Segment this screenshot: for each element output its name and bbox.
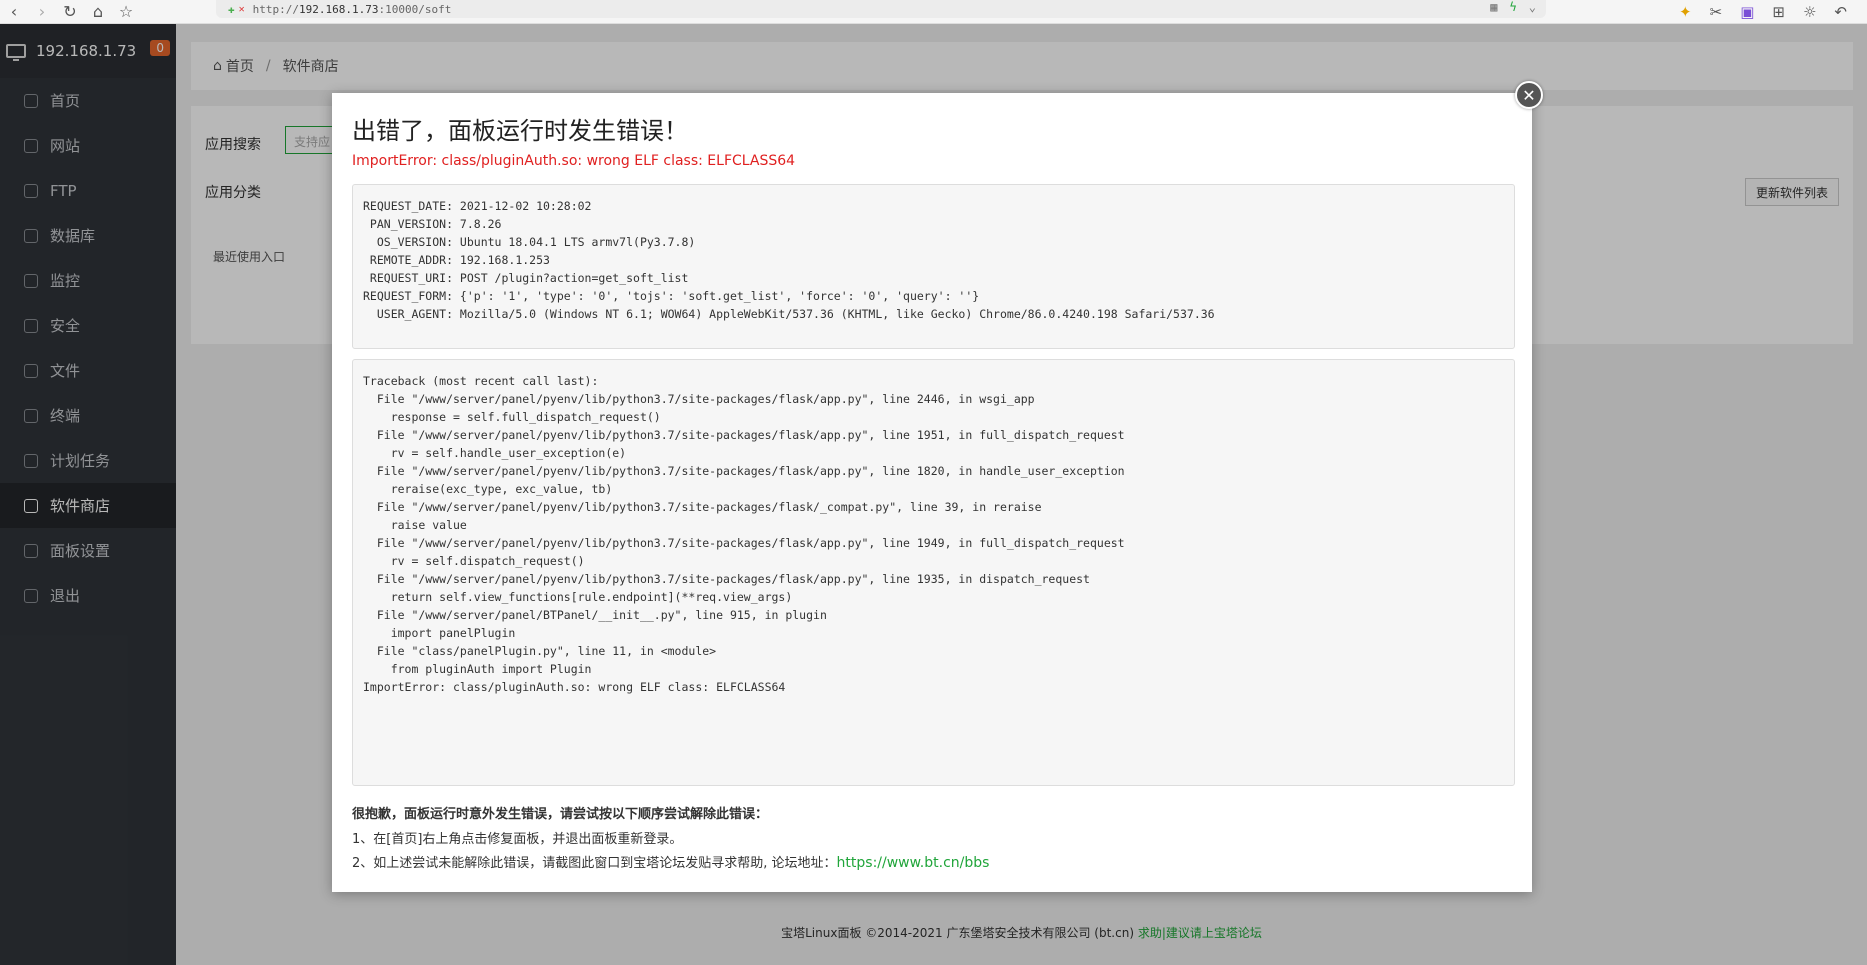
chevron-down-icon[interactable]: ⌄ — [1529, 0, 1536, 14]
undo-icon[interactable]: ↶ — [1834, 3, 1847, 21]
tip-step-1: 1、在[首页]右上角点击修复面板，并退出面板重新登录。 — [352, 832, 683, 847]
url-scheme: http:// — [252, 2, 300, 16]
error-dialog: 出错了，面板运行时发生错误！ ImportError: class/plugin… — [332, 93, 1532, 892]
forward-icon[interactable]: › — [28, 0, 56, 24]
apps-icon[interactable]: ⊞ — [1772, 3, 1785, 21]
tip-step-2: 2、如上述尝试未能解除此错误，请截图此窗口到宝塔论坛发贴寻求帮助, 论坛地址：h… — [352, 852, 989, 871]
address-bar[interactable]: ✚ ✕ http://192.168.1.73:10000/soft ▦ ϟ ⌄ — [216, 0, 1546, 18]
scissors-icon[interactable]: ✂ — [1710, 3, 1723, 21]
home-icon[interactable]: ⌂ — [84, 0, 112, 24]
reload-icon[interactable]: ↻ — [56, 0, 84, 24]
close-icon[interactable]: ✕ — [1515, 81, 1543, 109]
url-path: :10000/soft — [378, 2, 452, 16]
extension-icon[interactable]: ✦ — [1679, 3, 1692, 21]
url-host: 192.168.1.73 — [299, 2, 379, 16]
bolt-icon[interactable]: ϟ — [1510, 0, 1517, 14]
translate-icon[interactable]: ▣ — [1740, 3, 1754, 21]
shield-icon: ✚ — [228, 2, 235, 16]
browser-toolbar: ‹ › ↻ ⌂ ☆ ✚ ✕ http://192.168.1.73:10000/… — [0, 0, 1867, 24]
request-info-block: REQUEST_DATE: 2021-12-02 10:28:02 PAN_VE… — [352, 184, 1515, 349]
back-icon[interactable]: ‹ — [0, 0, 28, 24]
tip-title: 很抱歉，面板运行时意外发生错误，请尝试按以下顺序尝试解除此错误： — [352, 807, 769, 822]
insecure-icon: ✕ — [238, 3, 245, 15]
grid-icon[interactable]: ▦ — [1490, 0, 1497, 14]
tip-step-2-text: 2、如上述尝试未能解除此错误，请截图此窗口到宝塔论坛发贴寻求帮助, 论坛地址： — [352, 856, 837, 871]
error-message: ImportError: class/pluginAuth.so: wrong … — [352, 153, 796, 169]
brightness-icon[interactable]: ☼ — [1803, 3, 1816, 21]
dialog-title: 出错了，面板运行时发生错误！ — [352, 117, 688, 145]
forum-link[interactable]: https://www.bt.cn/bbs — [837, 855, 990, 871]
star-icon[interactable]: ☆ — [112, 0, 140, 24]
traceback-block: Traceback (most recent call last): File … — [352, 359, 1515, 786]
